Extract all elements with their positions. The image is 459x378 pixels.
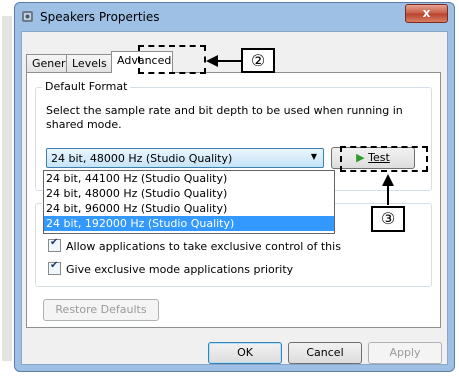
callout-2: ②: [241, 48, 275, 73]
arrow-head: [382, 174, 394, 186]
callout-arrows: [206, 55, 394, 205]
arrow-head: [206, 55, 218, 67]
callout-3: ③: [371, 206, 405, 232]
